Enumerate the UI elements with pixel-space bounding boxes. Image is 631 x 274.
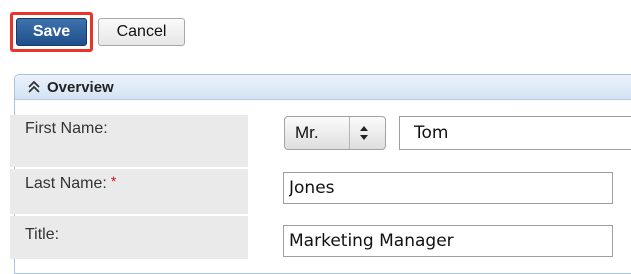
last-name-label: Last Name: * — [10, 169, 248, 214]
first-name-input[interactable] — [399, 116, 631, 150]
toolbar: Save Cancel — [10, 12, 260, 52]
double-chevron-up-icon[interactable] — [27, 79, 41, 95]
select-arrows-icon — [360, 126, 368, 140]
first-name-label-text: First Name: — [25, 120, 108, 137]
last-name-input[interactable] — [283, 172, 613, 204]
salutation-select[interactable]: Mr. — [284, 116, 386, 150]
required-marker: * — [110, 173, 117, 189]
title-label: Title: — [10, 216, 248, 259]
cancel-button[interactable]: Cancel — [98, 18, 185, 46]
select-divider — [349, 117, 350, 149]
panel-title: Overview — [47, 79, 114, 96]
title-input[interactable] — [283, 225, 613, 257]
overview-panel-header[interactable]: Overview — [15, 75, 631, 100]
save-button[interactable]: Save — [16, 18, 87, 46]
salutation-value: Mr. — [295, 123, 319, 142]
last-name-label-text: Last Name: — [25, 175, 107, 192]
first-name-label: First Name: — [10, 115, 248, 167]
title-label-text: Title: — [25, 226, 60, 243]
